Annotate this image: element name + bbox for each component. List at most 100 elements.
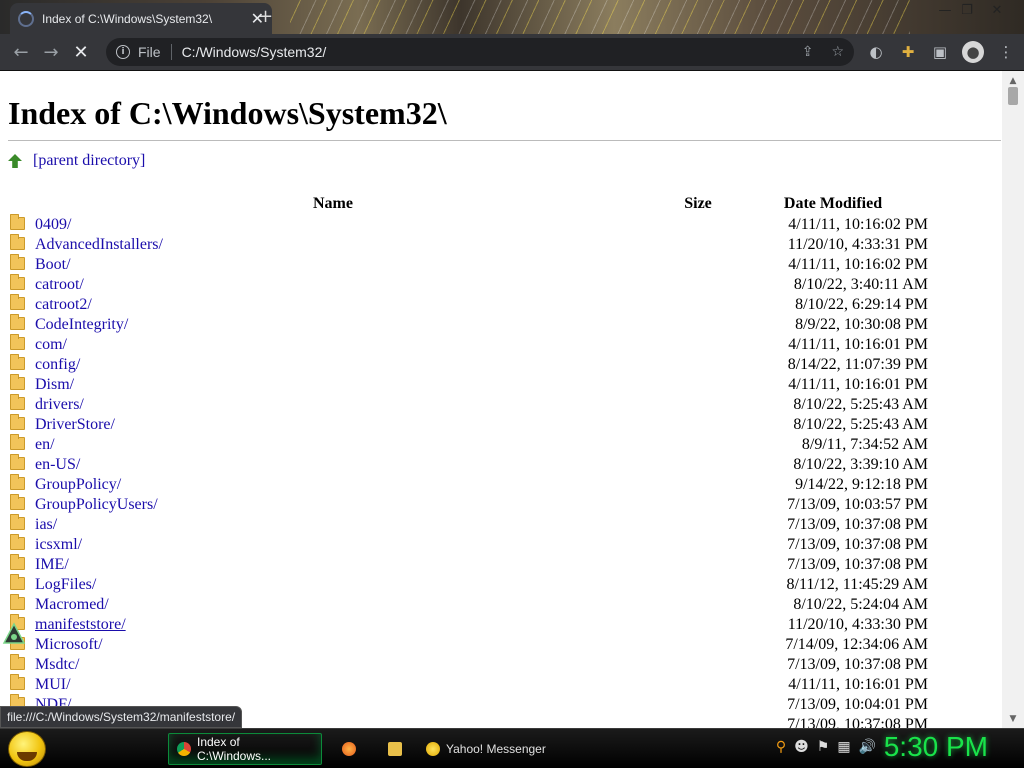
file-name-cell: DriverStore/ — [8, 414, 658, 435]
file-size-cell — [658, 695, 738, 715]
file-size-cell — [658, 475, 738, 495]
date-modified-cell: 8/10/22, 3:39:10 AM — [793, 456, 928, 473]
site-info-icon[interactable]: i — [116, 45, 130, 59]
file-size-cell — [658, 595, 738, 615]
taskbar-item-chrome[interactable]: Index of C:\Windows... — [168, 733, 322, 765]
network-icon[interactable]: ▦ — [837, 739, 850, 755]
directory-link[interactable]: config/ — [35, 356, 80, 373]
side-panel-icon[interactable]: ▣ — [930, 38, 950, 66]
scrollbar-thumb[interactable] — [1008, 87, 1018, 105]
firefox-taskbar-icon[interactable] — [334, 733, 370, 765]
column-name-header[interactable]: Name — [8, 193, 658, 215]
folder-icon — [10, 294, 25, 310]
maximize-button[interactable]: ❐ — [954, 0, 980, 20]
folder-icon — [10, 314, 25, 330]
folder-icon — [10, 374, 25, 390]
date-modified-cell: 8/9/22, 10:30:08 PM — [795, 316, 928, 333]
taskbar-item-yahoo[interactable]: Yahoo! Messenger — [418, 733, 574, 765]
directory-link[interactable]: drivers/ — [35, 396, 84, 413]
address-bar[interactable]: i File C:/Windows/System32/ ⇪ ☆ — [106, 38, 854, 66]
scroll-down-icon[interactable]: ▼ — [1002, 711, 1024, 727]
bookmark-star-icon[interactable]: ☆ — [831, 44, 844, 60]
date-modified-cell: 8/11/12, 11:45:29 AM — [786, 576, 929, 593]
explorer-taskbar-icon[interactable] — [380, 733, 416, 765]
back-arrow-icon[interactable]: ← — [6, 37, 36, 67]
directory-link[interactable]: com/ — [35, 336, 67, 353]
date-modified-cell: 7/13/09, 10:37:08 PM — [787, 536, 928, 553]
directory-link[interactable]: en-US/ — [35, 456, 80, 473]
directory-link[interactable]: ias/ — [35, 516, 57, 533]
table-row: Microsoft/7/14/09, 12:34:06 AM — [8, 634, 928, 655]
directory-link[interactable]: CodeIntegrity/ — [35, 316, 128, 333]
address-divider — [170, 44, 172, 60]
column-size-header[interactable]: Size — [658, 193, 738, 215]
up-arrow-icon — [8, 154, 22, 168]
file-name-cell: AdvancedInstallers/ — [8, 234, 658, 255]
file-size-cell — [658, 435, 738, 455]
parent-directory-link[interactable]: [parent directory] — [33, 152, 145, 170]
date-modified-cell: 7/13/09, 10:03:57 PM — [787, 496, 928, 513]
directory-link[interactable]: catroot2/ — [35, 296, 92, 313]
date-modified-cell: 4/11/11, 10:16:01 PM — [788, 376, 928, 393]
directory-link[interactable]: Msdtc/ — [35, 656, 79, 673]
file-size-cell — [658, 515, 738, 535]
folder-icon — [10, 274, 25, 290]
directory-link[interactable]: IME/ — [35, 556, 69, 573]
menu-kebab-icon[interactable]: ⋮ — [996, 38, 1016, 66]
table-row: MUI/4/11/11, 10:16:01 PM — [8, 674, 928, 695]
folder-icon — [10, 454, 25, 470]
file-size-cell — [658, 255, 738, 275]
system-tray: ⚲ ☻ ⚑ ▦ 🔊 — [776, 739, 876, 755]
directory-link[interactable]: LogFiles/ — [35, 576, 96, 593]
browser-window: Index of C:\Windows\System32\ ✕ + — ❐ ✕ … — [0, 0, 1024, 768]
profile-avatar-icon[interactable]: ● — [962, 41, 984, 63]
forward-arrow-icon[interactable]: → — [36, 37, 66, 67]
directory-link[interactable]: Dism/ — [35, 376, 74, 393]
extensions-puzzle-icon[interactable]: ✚ — [898, 38, 918, 66]
file-name-cell: drivers/ — [8, 394, 658, 415]
file-name-cell: ias/ — [8, 514, 658, 535]
share-icon[interactable]: ⇪ — [802, 44, 814, 60]
directory-link[interactable]: AdvancedInstallers/ — [35, 236, 163, 253]
folder-icon — [388, 742, 402, 756]
folder-icon — [10, 654, 25, 670]
directory-link[interactable]: manifeststore/ — [35, 616, 126, 633]
directory-link[interactable]: catroot/ — [35, 276, 84, 293]
directory-link[interactable]: Macromed/ — [35, 596, 109, 613]
flag-extension-icon[interactable]: ◐ — [866, 38, 886, 66]
directory-link[interactable]: 0409/ — [35, 216, 71, 233]
file-name-cell: IME/ — [8, 554, 658, 575]
vertical-scrollbar[interactable]: ▲ ▼ — [1002, 71, 1024, 728]
date-modified-cell: 8/14/22, 11:07:39 PM — [787, 356, 928, 373]
file-name-cell: en/ — [8, 434, 658, 455]
table-row: catroot/8/10/22, 3:40:11 AM — [8, 274, 928, 295]
column-date-header[interactable]: Date Modified — [738, 193, 928, 215]
file-size-cell — [658, 335, 738, 355]
table-row: en/8/9/11, 7:34:52 AM — [8, 434, 928, 455]
search-icon[interactable]: ⚲ — [776, 739, 786, 755]
directory-link[interactable]: GroupPolicy/ — [35, 476, 121, 493]
file-size-cell — [658, 675, 738, 695]
file-size-cell — [658, 275, 738, 295]
messenger-tray-icon[interactable]: ☻ — [794, 739, 809, 755]
directory-link[interactable]: Microsoft/ — [35, 636, 103, 653]
address-url[interactable]: C:/Windows/System32/ — [182, 44, 327, 60]
directory-link[interactable]: GroupPolicyUsers/ — [35, 496, 158, 513]
volume-icon[interactable]: 🔊 — [859, 739, 876, 755]
table-row: DriverStore/8/10/22, 5:25:43 AM — [8, 414, 928, 435]
action-center-flag-icon[interactable]: ⚑ — [817, 739, 830, 755]
start-button-smiley-icon[interactable] — [8, 731, 46, 767]
file-size-cell — [658, 355, 738, 375]
stop-loading-icon[interactable]: ✕ — [66, 37, 96, 67]
directory-link[interactable]: icsxml/ — [35, 536, 82, 553]
tab-active[interactable]: Index of C:\Windows\System32\ ✕ — [10, 3, 272, 34]
directory-link[interactable]: DriverStore/ — [35, 416, 115, 433]
window-close-button[interactable]: ✕ — [984, 0, 1010, 20]
taskbar-clock[interactable]: 5:30 PM — [884, 731, 988, 763]
folder-icon — [10, 234, 25, 250]
file-size-cell — [658, 295, 738, 315]
new-tab-icon[interactable]: + — [258, 6, 273, 27]
directory-link[interactable]: en/ — [35, 436, 55, 453]
directory-link[interactable]: MUI/ — [35, 676, 71, 693]
directory-link[interactable]: Boot/ — [35, 256, 71, 273]
